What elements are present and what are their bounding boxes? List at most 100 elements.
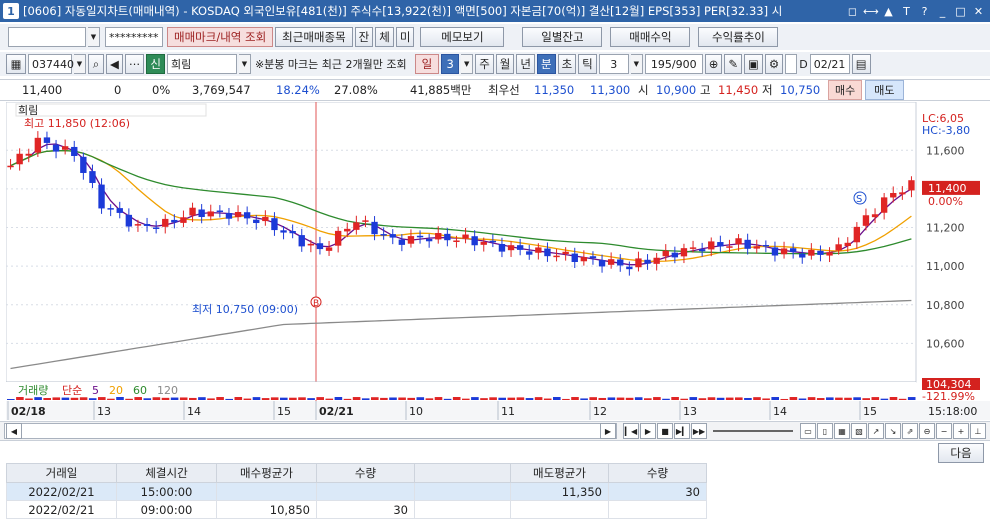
password-input[interactable]: ********* <box>105 27 163 47</box>
play-left-icon[interactable]: ▎◀ <box>623 423 639 439</box>
memo-button[interactable]: 메모보기 <box>420 27 505 47</box>
volume-bar <box>79 397 88 400</box>
daily-balance-button[interactable]: 일별잔고 <box>522 27 603 47</box>
buy-tab[interactable]: 매수 <box>828 80 863 100</box>
plus-icon[interactable]: + <box>953 423 969 439</box>
play-right-icon[interactable]: ▶▎ <box>674 423 690 439</box>
stock-code-dropdown-icon[interactable]: ▼ <box>74 54 86 74</box>
candle-body <box>234 212 242 218</box>
volume-bar <box>907 397 916 400</box>
interval-dropdown-icon[interactable]: ▼ <box>630 54 643 74</box>
next-button[interactable]: 다음 <box>938 443 984 463</box>
zoom-icon[interactable]: ⊕ <box>704 54 723 74</box>
play-icon[interactable]: ▶ <box>640 423 656 439</box>
trend-icon[interactable]: ↗ <box>868 423 884 439</box>
view-icon-4[interactable]: ▧ <box>851 423 867 439</box>
calendar-icon[interactable]: ▤ <box>851 54 871 74</box>
minus-icon[interactable]: − <box>936 423 952 439</box>
stock-name-dropdown-icon[interactable]: ▼ <box>238 54 251 74</box>
chart-settings-icon[interactable]: ▦ <box>6 54 26 74</box>
volume-bar <box>70 397 79 400</box>
col-sell-qty: 수량 <box>608 463 707 483</box>
volume-bar <box>407 397 415 400</box>
ma-period-label: 120 <box>157 384 178 397</box>
fast-forward-icon[interactable]: ▶▶ <box>691 423 707 439</box>
executed-button[interactable]: 체 <box>375 27 394 47</box>
sell-qty <box>608 500 707 519</box>
scroll-left-icon[interactable]: ◀ <box>6 423 22 439</box>
open-label: 시 <box>638 83 649 97</box>
window-pin-icon[interactable]: ▲ <box>881 4 896 19</box>
trade-profit-button[interactable]: 매매수익 <box>610 27 691 47</box>
quote-bar: 11,400 0 0% 3,769,547 18.24% 27.08% 41,8… <box>0 79 990 101</box>
candle-body <box>43 137 51 143</box>
view-icon-2[interactable]: ▯ <box>817 423 833 439</box>
trade-mark-button[interactable]: 매매마크/내역 조회 <box>167 27 274 47</box>
period-value[interactable]: 3 <box>441 54 460 74</box>
table-row[interactable]: 2022/02/21 09:00:00 10,850 30 <box>6 500 969 519</box>
trend-icon-3[interactable]: ⇗ <box>902 423 918 439</box>
speaker-icon[interactable]: ◀ <box>106 54 123 74</box>
trend-icon-2[interactable]: ↘ <box>885 423 901 439</box>
candle-body <box>25 153 32 156</box>
candle-body <box>735 238 742 245</box>
view-icon-1[interactable]: ▭ <box>800 423 816 439</box>
window-restore-icon[interactable]: ◻ <box>845 4 860 19</box>
stop-icon[interactable]: ■ <box>657 423 673 439</box>
period-tick-tab[interactable]: 틱 <box>578 54 597 74</box>
view-icon-3[interactable]: ▦ <box>834 423 850 439</box>
volume-bar <box>398 397 406 400</box>
date-input[interactable]: 02/21 <box>809 54 850 74</box>
x-tick-label: 02/21 <box>319 405 354 418</box>
close-icon[interactable]: ✕ <box>971 4 986 19</box>
time-label: 15:18:00 <box>928 405 977 418</box>
account-input[interactable] <box>8 27 86 47</box>
sell-tab[interactable]: 매도 <box>865 80 904 100</box>
ma-period-label: 60 <box>133 384 147 397</box>
period-month-tab[interactable]: 월 <box>495 54 515 74</box>
maximize-icon[interactable]: □ <box>953 4 968 19</box>
zoom-slider[interactable] <box>713 430 793 432</box>
volume-bar <box>88 398 97 400</box>
window-font-icon[interactable]: T <box>899 4 914 19</box>
balance-button[interactable]: 잔 <box>354 27 374 47</box>
window-link-icon[interactable]: ⟷ <box>863 4 879 19</box>
dots-icon[interactable]: ⋯ <box>124 54 145 74</box>
table-row[interactable]: 2022/02/21 15:00:00 11,350 30 <box>6 482 969 501</box>
candle-body <box>853 226 861 243</box>
zoom-out-icon[interactable]: ⊖ <box>919 423 935 439</box>
date-checkbox[interactable] <box>785 54 798 74</box>
account-dropdown-icon[interactable]: ▼ <box>88 27 100 47</box>
save-icon[interactable]: ▣ <box>744 54 763 74</box>
scroll-right-icon[interactable]: ▶ <box>600 423 616 439</box>
title-box <box>15 103 207 117</box>
price-change-pct: 0% <box>152 83 171 97</box>
candle-body <box>444 233 451 241</box>
period-dropdown-icon[interactable]: ▼ <box>461 54 474 74</box>
gear-icon[interactable]: ⚙ <box>764 54 784 74</box>
stock-code-input[interactable]: 037440 <box>28 54 74 74</box>
gap-cell <box>414 500 511 519</box>
search-icon[interactable]: ⌕ <box>88 54 104 74</box>
candle-body <box>462 234 469 239</box>
return-trend-button[interactable]: 수익률추이 <box>698 27 779 47</box>
help-icon[interactable]: ? <box>917 4 932 19</box>
period-week-tab[interactable]: 주 <box>475 54 494 74</box>
period-year-tab[interactable]: 년 <box>516 54 535 74</box>
draw-icon[interactable]: ✎ <box>724 54 743 74</box>
pending-button[interactable]: 미 <box>395 27 415 47</box>
volume-bar <box>334 397 343 400</box>
interval-input[interactable]: 3 <box>598 54 629 74</box>
period-second-tab[interactable]: 초 <box>557 54 577 74</box>
count-field[interactable]: 195/900 <box>644 54 703 74</box>
volume-bar <box>452 397 461 400</box>
candlestick-chart[interactable]: 11,60011,40011,20011,00010,80010,60010,4… <box>6 102 990 420</box>
recent-trades-button[interactable]: 최근매매종목 <box>275 27 353 47</box>
period-minute-tab[interactable]: 분 <box>536 54 556 74</box>
chart-scrollbar[interactable]: ◀ ▶ <box>4 423 617 439</box>
expand-icon[interactable]: ⊥ <box>970 423 986 439</box>
period-day-tab[interactable]: 일 <box>414 54 440 74</box>
candle-body <box>698 249 706 252</box>
minimize-icon[interactable]: _ <box>935 4 950 19</box>
candle-body <box>507 245 515 251</box>
